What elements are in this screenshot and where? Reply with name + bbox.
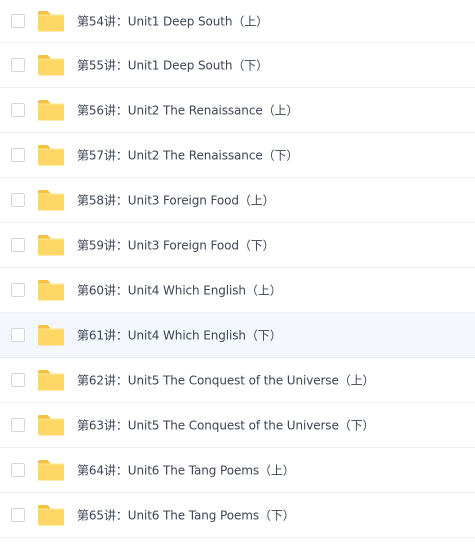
item-name[interactable]: 第54讲：Unit1 Deep South（上）: [77, 13, 268, 30]
folder-icon: [37, 458, 65, 482]
list-item[interactable]: 第58讲：Unit3 Foreign Food（上）: [0, 178, 475, 223]
file-list: 第54讲：Unit1 Deep South（上） 第55讲：Unit1 Deep…: [0, 0, 475, 538]
row-checkbox[interactable]: [11, 418, 25, 432]
row-checkbox[interactable]: [11, 148, 25, 162]
item-name[interactable]: 第65讲：Unit6 The Tang Poems（下）: [77, 507, 295, 524]
folder-icon: [37, 143, 65, 167]
folder-icon: [37, 368, 65, 392]
folder-icon: [37, 188, 65, 212]
list-item[interactable]: 第55讲：Unit1 Deep South（下）: [0, 43, 475, 88]
item-name[interactable]: 第55讲：Unit1 Deep South（下）: [77, 57, 268, 74]
row-checkbox[interactable]: [11, 328, 25, 342]
list-item[interactable]: 第64讲：Unit6 The Tang Poems（上）: [0, 448, 475, 493]
row-checkbox[interactable]: [11, 193, 25, 207]
list-item[interactable]: 第65讲：Unit6 The Tang Poems（下）: [0, 493, 475, 538]
row-checkbox[interactable]: [11, 508, 25, 522]
item-name[interactable]: 第57讲：Unit2 The Renaissance（下）: [77, 147, 298, 164]
folder-icon: [37, 323, 65, 347]
item-name[interactable]: 第60讲：Unit4 Which English（上）: [77, 282, 282, 299]
row-checkbox[interactable]: [11, 58, 25, 72]
folder-icon: [37, 53, 65, 77]
list-item[interactable]: 第63讲：Unit5 The Conquest of the Universe（…: [0, 403, 475, 448]
row-checkbox[interactable]: [11, 283, 25, 297]
folder-icon: [37, 278, 65, 302]
folder-icon: [37, 9, 65, 33]
row-checkbox[interactable]: [11, 373, 25, 387]
item-name[interactable]: 第56讲：Unit2 The Renaissance（上）: [77, 102, 298, 119]
item-name[interactable]: 第59讲：Unit3 Foreign Food（下）: [77, 237, 275, 254]
list-item[interactable]: 第59讲：Unit3 Foreign Food（下）: [0, 223, 475, 268]
list-item[interactable]: 第62讲：Unit5 The Conquest of the Universe（…: [0, 358, 475, 403]
item-name[interactable]: 第62讲：Unit5 The Conquest of the Universe（…: [77, 372, 375, 389]
list-item[interactable]: 第56讲：Unit2 The Renaissance（上）: [0, 88, 475, 133]
item-name[interactable]: 第63讲：Unit5 The Conquest of the Universe（…: [77, 417, 375, 434]
row-checkbox[interactable]: [11, 103, 25, 117]
item-name[interactable]: 第64讲：Unit6 The Tang Poems（上）: [77, 462, 295, 479]
item-name[interactable]: 第58讲：Unit3 Foreign Food（上）: [77, 192, 275, 209]
folder-icon: [37, 503, 65, 527]
list-item[interactable]: 第54讲：Unit1 Deep South（上）: [0, 0, 475, 43]
row-checkbox[interactable]: [11, 14, 25, 28]
folder-icon: [37, 233, 65, 257]
list-item[interactable]: 第61讲：Unit4 Which English（下）: [0, 313, 475, 358]
folder-icon: [37, 98, 65, 122]
item-name[interactable]: 第61讲：Unit4 Which English（下）: [77, 327, 282, 344]
list-item[interactable]: 第57讲：Unit2 The Renaissance（下）: [0, 133, 475, 178]
row-checkbox[interactable]: [11, 463, 25, 477]
list-item[interactable]: 第60讲：Unit4 Which English（上）: [0, 268, 475, 313]
row-checkbox[interactable]: [11, 238, 25, 252]
folder-icon: [37, 413, 65, 437]
